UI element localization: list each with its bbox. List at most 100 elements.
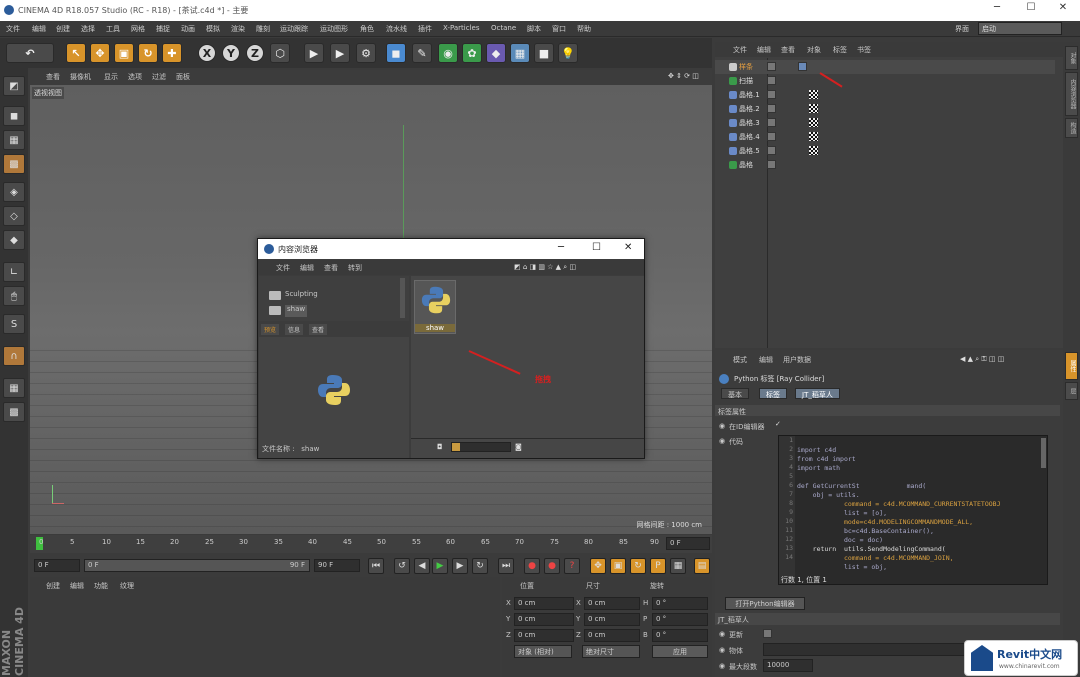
y-axis-icon[interactable]: Y bbox=[222, 44, 240, 62]
editor-checkbox[interactable]: ✓ bbox=[775, 420, 781, 428]
go-to-start-icon[interactable]: ⏮ bbox=[368, 558, 384, 574]
frame-range-slider[interactable]: 0 F 90 F bbox=[84, 559, 310, 572]
menu-plugins[interactable]: 插件 bbox=[418, 24, 432, 34]
object-row[interactable]: 晶格.3 bbox=[715, 116, 1055, 130]
mat-menu-texture[interactable]: 纹理 bbox=[120, 581, 134, 591]
pen-icon[interactable]: ✎ bbox=[412, 43, 432, 63]
menu-sculpt[interactable]: 雕刻 bbox=[256, 24, 270, 34]
menu-octane[interactable]: Octane bbox=[491, 24, 516, 32]
radio-icon[interactable]: ◉ bbox=[719, 422, 725, 430]
vp-menu-options[interactable]: 选项 bbox=[128, 72, 142, 82]
tab-tag[interactable]: 标签 bbox=[759, 388, 787, 399]
object-row[interactable]: 晶格.4 bbox=[715, 130, 1055, 144]
live-select-icon[interactable]: ↖ bbox=[66, 43, 86, 63]
render-settings-icon[interactable]: ⚙ bbox=[356, 43, 376, 63]
menu-pipeline[interactable]: 流水线 bbox=[386, 24, 407, 34]
size-mode-select[interactable]: 绝对尺寸 bbox=[582, 645, 640, 658]
mat-menu-create[interactable]: 创建 bbox=[46, 581, 60, 591]
axis-mode-icon[interactable]: ∟ bbox=[3, 262, 25, 282]
python-tag-icon[interactable] bbox=[798, 62, 807, 71]
radio-icon[interactable]: ◉ bbox=[719, 662, 725, 670]
open-python-editor-button[interactable]: 打开Python编辑器 bbox=[725, 597, 805, 610]
maximize-button[interactable]: ☐ bbox=[1016, 2, 1046, 18]
subdivision-icon[interactable]: ◉ bbox=[438, 43, 458, 63]
mat-menu-edit[interactable]: 编辑 bbox=[70, 581, 84, 591]
object-row[interactable]: 晶格.2 bbox=[715, 102, 1055, 116]
apply-button[interactable]: 应用 bbox=[652, 645, 708, 658]
timeline-ruler[interactable]: 0 5 10 15 20 25 30 35 40 45 50 55 60 65 … bbox=[30, 535, 712, 553]
play-icon[interactable]: ▶ bbox=[432, 558, 448, 574]
menu-file[interactable]: 文件 bbox=[6, 24, 20, 34]
texture-tag-icon[interactable] bbox=[809, 146, 818, 155]
menu-simulate[interactable]: 模拟 bbox=[206, 24, 220, 34]
texture-tag-icon[interactable] bbox=[809, 132, 818, 141]
points-mode-icon[interactable]: ◈ bbox=[3, 182, 25, 202]
coordinate-system-icon[interactable]: ⬡ bbox=[270, 43, 290, 63]
object-row[interactable]: 扫描 bbox=[715, 74, 1055, 88]
tweak-mode-icon[interactable]: 🖱 bbox=[3, 286, 25, 306]
tab-jt-scarecrow[interactable]: JT_稻草人 bbox=[795, 388, 840, 399]
tree-scrollbar[interactable] bbox=[400, 278, 405, 318]
quantize-icon[interactable]: ▩ bbox=[3, 402, 25, 422]
object-row[interactable]: 样条 bbox=[715, 60, 1055, 74]
obj-menu-view[interactable]: 查看 bbox=[781, 45, 795, 55]
model-mode-icon[interactable]: ◼ bbox=[3, 106, 25, 126]
menu-help[interactable]: 帮助 bbox=[577, 24, 591, 34]
camera-icon[interactable]: ■ bbox=[534, 43, 554, 63]
tab-view[interactable]: 查看 bbox=[309, 324, 328, 335]
side-tab-attributes[interactable]: 属性 bbox=[1065, 352, 1078, 380]
end-frame-field[interactable]: 90 F bbox=[314, 559, 360, 572]
object-row[interactable]: 晶格.5 bbox=[715, 144, 1055, 158]
thumbnail-size-slider[interactable] bbox=[451, 442, 511, 452]
key-pla-icon[interactable]: ▦ bbox=[670, 558, 686, 574]
dialog-maximize-button[interactable]: ☐ bbox=[592, 242, 601, 253]
x-axis-icon[interactable]: X bbox=[198, 44, 216, 62]
attr-menu-userdata[interactable]: 用户数据 bbox=[783, 355, 811, 365]
menu-mesh[interactable]: 网格 bbox=[131, 24, 145, 34]
vp-menu-panel[interactable]: 面板 bbox=[176, 72, 190, 82]
render-view-icon[interactable]: ▶ bbox=[304, 43, 324, 63]
large-size-icon[interactable]: ◙ bbox=[515, 443, 522, 451]
key-rotate-icon[interactable]: ↻ bbox=[630, 558, 646, 574]
dialog-close-button[interactable]: ✕ bbox=[624, 242, 632, 253]
vp-menu-view[interactable]: 查看 bbox=[46, 72, 60, 82]
obj-menu-bookmarks[interactable]: 书签 bbox=[857, 45, 871, 55]
obj-menu-edit[interactable]: 编辑 bbox=[757, 45, 771, 55]
menu-animate[interactable]: 动画 bbox=[181, 24, 195, 34]
cb-menu-edit[interactable]: 编辑 bbox=[300, 263, 314, 273]
vp-menu-camera[interactable]: 摄像机 bbox=[70, 72, 91, 82]
radio-icon[interactable]: ◉ bbox=[719, 437, 725, 445]
deformer-icon[interactable]: ◆ bbox=[486, 43, 506, 63]
object-row[interactable]: 晶格.1 bbox=[715, 88, 1055, 102]
polygons-mode-icon[interactable]: ◆ bbox=[3, 230, 25, 250]
cube-icon[interactable]: ◼ bbox=[386, 43, 406, 63]
menu-x-particles[interactable]: X-Particles bbox=[443, 24, 479, 32]
start-frame-field[interactable]: 0 F bbox=[34, 559, 80, 572]
update-checkbox[interactable] bbox=[763, 629, 772, 638]
position-x-field[interactable]: 0 cm bbox=[514, 597, 574, 610]
record-keys-icon[interactable]: ● bbox=[524, 558, 540, 574]
coord-mode-select[interactable]: 对象 (相对) bbox=[514, 645, 572, 658]
obj-menu-file[interactable]: 文件 bbox=[733, 45, 747, 55]
recent-tool-icon[interactable]: ✚ bbox=[162, 43, 182, 63]
object-row[interactable]: 晶格 bbox=[715, 158, 1055, 172]
small-size-icon[interactable]: ◘ bbox=[437, 443, 443, 451]
texture-mode-icon[interactable]: ▦ bbox=[3, 130, 25, 150]
cb-menu-file[interactable]: 文件 bbox=[276, 263, 290, 273]
menu-character[interactable]: 角色 bbox=[360, 24, 374, 34]
close-button[interactable]: ✕ bbox=[1048, 2, 1078, 18]
texture-tag-icon[interactable] bbox=[809, 90, 818, 99]
position-z-field[interactable]: 0 cm bbox=[514, 629, 574, 642]
menu-render[interactable]: 渲染 bbox=[231, 24, 245, 34]
content-item-shaw[interactable]: shaw bbox=[414, 280, 456, 334]
size-y-field[interactable]: 0 cm bbox=[584, 613, 640, 626]
key-scale-icon[interactable]: ▣ bbox=[610, 558, 626, 574]
menu-mograph[interactable]: 运动图形 bbox=[320, 24, 348, 34]
code-scrollbar[interactable] bbox=[1041, 438, 1046, 468]
make-editable-icon[interactable]: ◩ bbox=[3, 76, 25, 96]
undo-icon[interactable]: ↶ bbox=[6, 43, 54, 63]
code-editor[interactable]: 1 2 3 4 5 6 7 8 9 10 11 12 13 14 import c4d from c4d i… bbox=[778, 435, 1048, 585]
cb-toolbar-icons[interactable]: ◩ ⌂ ◨ ▥ ☆ ▲ ⌕ ◫ bbox=[514, 263, 576, 272]
radio-icon[interactable]: ◉ bbox=[719, 630, 725, 638]
tree-item-sculpting[interactable]: Sculpting bbox=[269, 290, 318, 302]
